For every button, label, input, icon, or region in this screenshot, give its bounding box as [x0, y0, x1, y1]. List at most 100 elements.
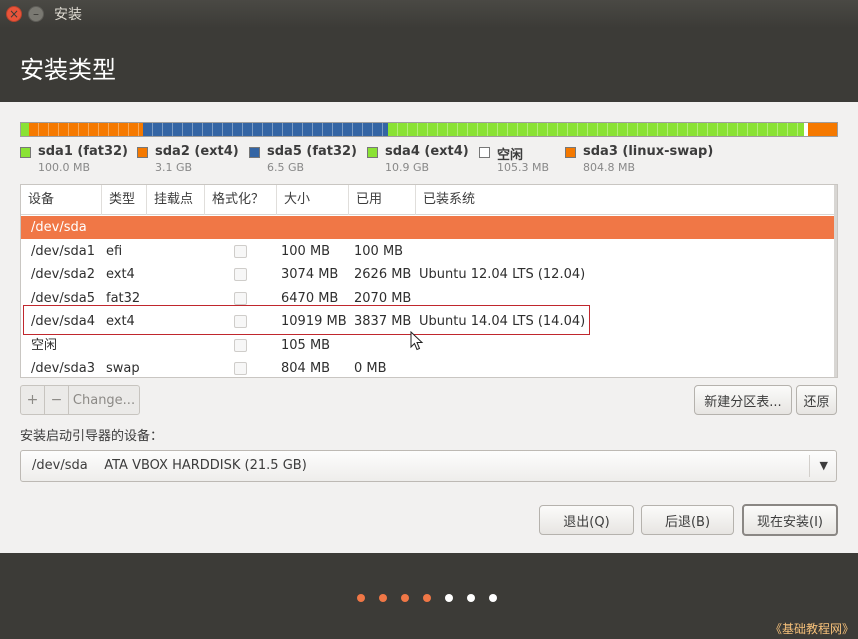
format-checkbox[interactable] [234, 268, 247, 281]
column-header[interactable]: 大小 [277, 185, 349, 215]
table-scrollbar[interactable] [834, 185, 837, 377]
legend-size: 100.0 MB [38, 161, 91, 174]
column-header[interactable]: 挂载点 [147, 185, 205, 215]
footer: 《基础教程网》 [0, 553, 858, 639]
cell-device: /dev/sda3 [31, 361, 95, 376]
column-header[interactable]: 格式化？ [205, 185, 277, 215]
cell-device: /dev/sda [31, 220, 87, 235]
table-row[interactable]: /dev/sda3 swap 804 MB 0 MB [21, 357, 835, 377]
partition-bar-segment-sda1 [21, 123, 30, 136]
legend-name: sda3 (linux-swap) [583, 144, 714, 159]
cell-size: 6470 MB [281, 290, 339, 306]
boot-device-value: /dev/sda ATA VBOX HARDDISK (21.5 GB) [32, 458, 307, 473]
progress-dot [423, 594, 431, 602]
back-button[interactable]: 后退(B) [641, 505, 734, 535]
cell-used: 0 MB [354, 361, 387, 376]
table-row[interactable]: /dev/sda [21, 216, 835, 239]
cell-used: 2626 MB [354, 267, 412, 282]
format-checkbox[interactable] [234, 291, 247, 305]
cell-device: /dev/sda1 [31, 243, 95, 259]
progress-dot [357, 594, 365, 602]
partition-legend: sda1 (fat32) 100.0 MB sda2 (ext4) 3.1 GB sda… [20, 144, 838, 178]
table-row[interactable]: /dev/sda2 ext4 3074 MB 2626 MB Ubuntu 12.04 … [21, 263, 835, 286]
window-title: 安装 [54, 7, 82, 23]
format-checkbox[interactable] [234, 362, 247, 375]
revert-button[interactable]: 还原 [796, 385, 837, 415]
minimize-icon[interactable]: – [28, 6, 44, 22]
table-row[interactable]: /dev/sda1 efi 100 MB 100 MB [21, 240, 835, 263]
table-row[interactable]: /dev/sda4 ext4 10919 MB 3837 MB Ubuntu 14.04… [21, 310, 835, 333]
quit-button[interactable]: 退出(Q) [539, 505, 634, 535]
progress-dot [445, 594, 453, 602]
main-content: sda1 (fat32) 100.0 MB sda2 (ext4) 3.1 GB sda… [0, 102, 858, 553]
legend-name: sda4 (ext4) [385, 144, 469, 159]
partition-bar-segment-sda4 [388, 123, 805, 136]
boot-device-label: 安装启动引导器的设备： [20, 429, 164, 444]
cell-used: 2070 MB [354, 290, 412, 306]
cell-system: Ubuntu 12.04 LTS (12.04) [419, 267, 586, 282]
legend-size: 3.1 GB [155, 161, 193, 174]
watermark: 《基础教程网》 [769, 622, 854, 636]
combo-separator [809, 455, 810, 477]
cell-type: fat32 [106, 290, 141, 306]
close-icon[interactable]: × [6, 6, 22, 22]
boot-device-select[interactable]: /dev/sda ATA VBOX HARDDISK (21.5 GB) ▼ [20, 450, 837, 482]
cell-size: 100 MB [281, 243, 331, 259]
legend-size: 6.5 GB [267, 161, 305, 174]
partition-bar-segment-sda2 [29, 123, 144, 136]
new-partition-table-button[interactable]: 新建分区表... [694, 385, 792, 415]
cell-type: ext4 [106, 267, 135, 282]
cell-device: /dev/sda2 [31, 267, 95, 282]
cell-type: ext4 [106, 314, 135, 329]
install-now-button[interactable]: 现在安装(I) [742, 504, 838, 536]
cell-size: 3074 MB [281, 267, 339, 282]
cell-size: 804 MB [281, 361, 331, 376]
format-checkbox[interactable] [234, 315, 247, 328]
change-partition-button[interactable]: Change... [69, 386, 139, 414]
partition-bar-segment-sda3 [808, 123, 837, 136]
cell-size: 105 MB [281, 337, 331, 353]
legend-name: sda1 (fat32) [38, 144, 129, 159]
table-row[interactable]: /dev/sda5 fat32 6470 MB 2070 MB [21, 287, 835, 310]
table-header: 设备 类型 挂载点 格式化？ 大小 已用 已装系统 [21, 185, 837, 215]
progress-dot [489, 594, 497, 602]
chevron-down-icon[interactable]: ▼ [820, 451, 828, 481]
column-header[interactable]: 已用 [349, 185, 416, 215]
legend-size: 105.3 MB [497, 161, 550, 174]
column-header[interactable]: 设备 [21, 185, 102, 215]
progress-dot [401, 594, 409, 602]
cell-device: /dev/sda5 [31, 290, 95, 306]
progress-dot [467, 594, 475, 602]
mouse-cursor-icon [410, 331, 424, 351]
partition-table: 设备 类型 挂载点 格式化？ 大小 已用 已装系统 /dev/sda/dev/sda1 efi… [20, 184, 838, 378]
cell-device: 空闲 [31, 337, 58, 353]
legend-swatch [249, 147, 260, 158]
legend-name: sda5 (fat32) [267, 144, 358, 159]
progress-dot [379, 594, 387, 602]
progress-dots [357, 594, 511, 602]
cell-system: Ubuntu 14.04 LTS (14.04) [419, 314, 586, 329]
legend-swatch [479, 147, 490, 158]
add-partition-button[interactable]: + [21, 386, 45, 414]
format-checkbox[interactable] [234, 338, 247, 352]
legend-size: 804.8 MB [583, 161, 636, 174]
legend-size: 10.9 GB [385, 161, 430, 174]
partition-bar-segment-sda5 [143, 123, 389, 136]
page-title: 安装类型 [20, 56, 116, 84]
legend-swatch [137, 147, 148, 158]
window-titlebar: × – 安装 [0, 0, 858, 28]
column-header[interactable]: 类型 [102, 185, 147, 215]
page-header: 安装类型 [0, 28, 858, 102]
partition-bar [20, 122, 838, 137]
cell-used: 3837 MB [354, 314, 412, 329]
remove-partition-button[interactable]: − [45, 386, 69, 414]
legend-swatch [565, 147, 576, 158]
partition-tools: + − Change... [20, 385, 140, 415]
format-checkbox[interactable] [234, 244, 247, 258]
table-row[interactable]: 空闲 105 MB [21, 334, 835, 357]
legend-swatch [367, 147, 378, 158]
cell-device: /dev/sda4 [31, 314, 95, 329]
cell-type: swap [106, 361, 140, 376]
column-header[interactable]: 已装系统 [416, 185, 837, 215]
cell-size: 10919 MB [281, 314, 347, 329]
